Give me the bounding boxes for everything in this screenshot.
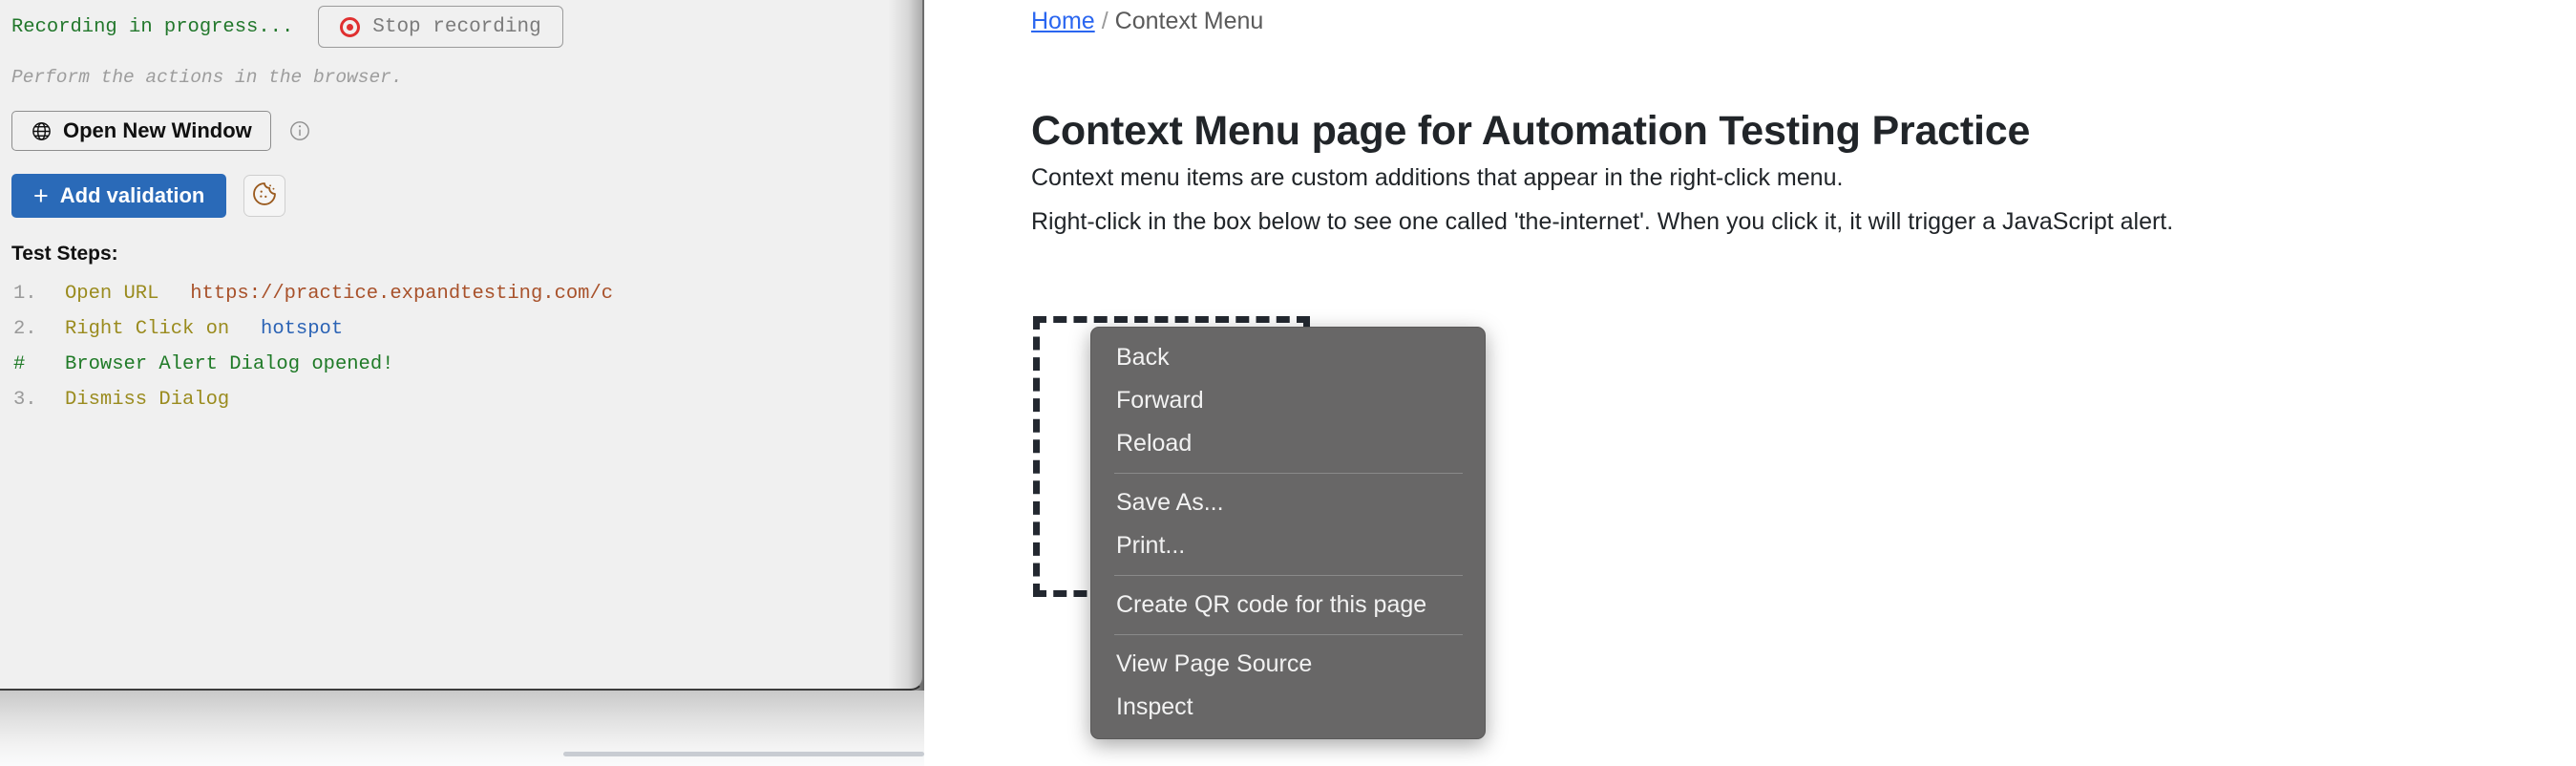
page-description-2: Right-click in the box below to see one … — [1031, 208, 2174, 235]
globe-icon — [31, 120, 53, 142]
context-menu-item-forward[interactable]: Forward — [1091, 379, 1485, 422]
context-menu-separator — [1114, 575, 1463, 576]
breadcrumb: Home / Context Menu — [1031, 8, 1263, 35]
step-action: Open URL — [65, 283, 159, 305]
recorder-panel-content: Recording in progress... Stop recording … — [0, 0, 924, 691]
record-dot-icon — [340, 16, 361, 37]
below-panel-divider — [563, 752, 924, 756]
recording-status-text: Recording in progress... — [11, 15, 294, 38]
test-step-comment-row: # Browser Alert Dialog opened! — [0, 353, 924, 389]
stop-recording-label: Stop recording — [372, 15, 541, 38]
context-menu-item-print[interactable]: Print... — [1091, 524, 1485, 567]
step-url-value: https://practice.expandtesting.com/c — [190, 283, 614, 305]
context-menu-item-back[interactable]: Back — [1091, 336, 1485, 379]
context-menu-item-create-qr-code[interactable]: Create QR code for this page — [1091, 584, 1485, 627]
step-number: 2. — [13, 318, 37, 340]
context-menu-item-view-page-source[interactable]: View Page Source — [1091, 643, 1485, 686]
stop-recording-button[interactable]: Stop recording — [318, 6, 563, 48]
open-new-window-label: Open New Window — [63, 118, 252, 142]
breadcrumb-home-link[interactable]: Home — [1031, 8, 1095, 34]
browser-context-menu[interactable]: Back Forward Reload Save As... Print... … — [1090, 327, 1486, 739]
plus-icon: + — [33, 181, 49, 210]
below-panel-area — [0, 691, 924, 766]
recorder-panel: Recording in progress... Stop recording … — [0, 0, 924, 691]
test-step-row[interactable]: 2. Right Click on hotspot — [0, 318, 924, 353]
step-number: 3. — [13, 389, 37, 411]
page-title: Context Menu page for Automation Testing… — [1031, 107, 2031, 154]
add-validation-row: + Add validation — [0, 174, 924, 218]
step-action: Right Click on — [65, 318, 230, 340]
test-steps-list: 1. Open URL https://practice.expandtesti… — [0, 283, 924, 424]
recording-header-row: Recording in progress... Stop recording — [0, 0, 924, 53]
breadcrumb-separator: / — [1101, 8, 1109, 34]
step-target-value[interactable]: hotspot — [261, 318, 343, 340]
open-new-window-button[interactable]: Open New Window — [11, 111, 271, 151]
test-step-row[interactable]: 1. Open URL https://practice.expandtesti… — [0, 283, 924, 318]
add-validation-button[interactable]: + Add validation — [11, 174, 227, 218]
context-menu-item-save-as[interactable]: Save As... — [1091, 481, 1485, 524]
step-comment-text: Browser Alert Dialog opened! — [65, 353, 394, 375]
context-menu-separator — [1114, 634, 1463, 635]
context-menu-separator — [1114, 473, 1463, 474]
cookie-icon — [251, 181, 278, 212]
perform-actions-hint: Perform the actions in the browser. — [11, 67, 403, 88]
context-menu-item-inspect[interactable]: Inspect — [1091, 686, 1485, 729]
step-comment-marker: # — [13, 353, 26, 375]
cookie-button[interactable] — [243, 175, 286, 217]
step-action: Dismiss Dialog — [65, 389, 230, 411]
breadcrumb-current: Context Menu — [1114, 8, 1264, 34]
add-validation-label: Add validation — [59, 183, 205, 207]
test-steps-heading: Test Steps: — [11, 243, 118, 265]
context-menu-item-reload[interactable]: Reload — [1091, 422, 1485, 465]
recorder-panel-region: Recording in progress... Stop recording … — [0, 0, 924, 766]
test-step-row[interactable]: 3. Dismiss Dialog — [0, 389, 924, 424]
open-new-window-row: Open New Window — [0, 111, 924, 151]
browser-page: Home / Context Menu Context Menu page for … — [924, 0, 2576, 766]
step-number: 1. — [13, 283, 37, 305]
info-icon[interactable] — [288, 119, 311, 142]
page-description-1: Context menu items are custom additions … — [1031, 164, 1844, 191]
